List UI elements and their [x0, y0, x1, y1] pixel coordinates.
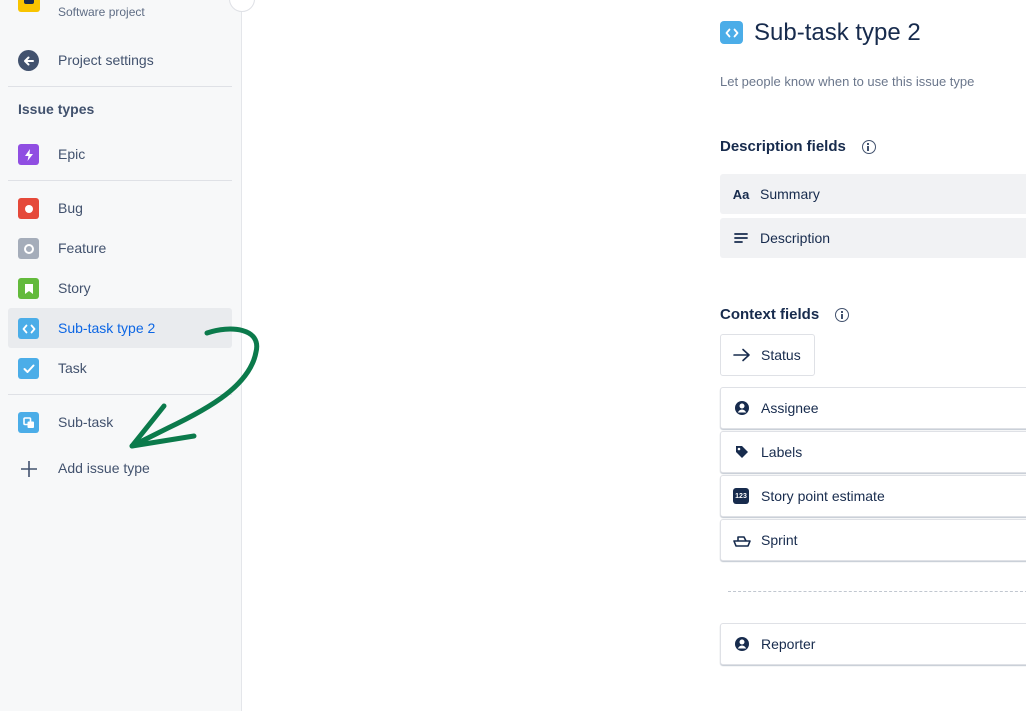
field-assignee[interactable]: Assignee: [720, 387, 1026, 429]
field-summary[interactable]: Aa Summary: [720, 174, 1026, 214]
add-issue-type-button[interactable]: Add issue type: [8, 448, 232, 488]
issue-type-description[interactable]: Let people know when to use this issue t…: [720, 74, 974, 89]
issue-types-heading: Issue types: [18, 101, 95, 117]
sidebar-item-task[interactable]: Task: [8, 348, 232, 388]
context-fields-heading: Context fields: [720, 306, 850, 323]
project-subtitle: Software project: [58, 5, 145, 19]
field-labels[interactable]: Labels: [720, 431, 1026, 473]
divider: [8, 394, 232, 395]
bookmark-icon: [18, 278, 39, 299]
sidebar-item-label: Story: [58, 280, 91, 296]
sidebar-item-label: Sub-task: [58, 414, 114, 430]
code-icon: [720, 21, 743, 44]
sidebar-item-story[interactable]: Story: [8, 268, 232, 308]
sidebar-item-bug[interactable]: Bug: [8, 188, 232, 228]
subtask-icon: [18, 412, 39, 433]
field-label: Story point estimate: [761, 488, 885, 504]
description-fields-heading: Description fields: [720, 138, 876, 155]
code-icon: [18, 318, 39, 339]
sidebar-item-sub-task[interactable]: Sub-task: [8, 402, 232, 442]
page-title[interactable]: Sub-task type 2: [754, 19, 921, 47]
field-story-point-estimate[interactable]: 123 Story point estimate: [720, 475, 1026, 517]
divider: [8, 180, 232, 181]
field-reporter[interactable]: Reporter: [720, 623, 1026, 665]
back-arrow-icon: [18, 50, 39, 71]
boat-icon: [733, 531, 751, 549]
number-icon-text: 123: [735, 492, 747, 500]
field-label: Description: [760, 230, 831, 246]
project-settings-link[interactable]: Project settings: [8, 40, 232, 80]
info-icon[interactable]: [861, 139, 876, 154]
field-label: Status: [761, 347, 801, 363]
sidebar-item-label: Sub-task type 2: [58, 320, 156, 336]
field-label: Labels: [761, 444, 803, 460]
field-label: Summary: [760, 186, 820, 202]
tag-icon: [733, 443, 751, 461]
field-sprint[interactable]: Sprint: [720, 519, 1026, 561]
section-heading-label: Context fields: [720, 306, 820, 323]
sidebar-item-label: Task: [58, 360, 87, 376]
bug-icon: [18, 198, 39, 219]
field-drop-zone[interactable]: [728, 591, 1026, 592]
field-label: Assignee: [761, 400, 819, 416]
text-icon: Aa: [732, 186, 750, 202]
info-icon[interactable]: [835, 307, 850, 322]
section-heading-label: Description fields: [720, 138, 846, 155]
sidebar-item-label: Epic: [58, 146, 86, 162]
add-issue-type-label: Add issue type: [58, 460, 150, 476]
number-icon: 123: [733, 488, 749, 504]
person-icon: [733, 635, 751, 653]
field-description[interactable]: Description: [720, 218, 1026, 258]
sidebar-item-epic[interactable]: Epic: [8, 134, 232, 174]
divider: [8, 86, 232, 87]
lightning-icon: [18, 144, 39, 165]
field-status[interactable]: Status: [720, 334, 815, 376]
collapse-sidebar-button[interactable]: [229, 0, 255, 12]
sidebar-item-sub-task-type-2[interactable]: Sub-task type 2: [8, 308, 232, 348]
project-logo: [18, 0, 40, 12]
arrow-right-icon: [733, 346, 751, 364]
project-settings-label: Project settings: [58, 52, 154, 68]
feature-icon: [18, 238, 39, 259]
sidebar-item-feature[interactable]: Feature: [8, 228, 232, 268]
sidebar-item-label: Feature: [58, 240, 107, 256]
field-label: Sprint: [761, 532, 798, 548]
description-icon: [732, 229, 750, 247]
field-label: Reporter: [761, 636, 816, 652]
checkmark-icon: [18, 358, 39, 379]
person-icon: [733, 399, 751, 417]
sidebar-item-label: Bug: [58, 200, 83, 216]
plus-icon: [18, 458, 39, 479]
sidebar: Software project Project settings Issue …: [0, 0, 255, 711]
